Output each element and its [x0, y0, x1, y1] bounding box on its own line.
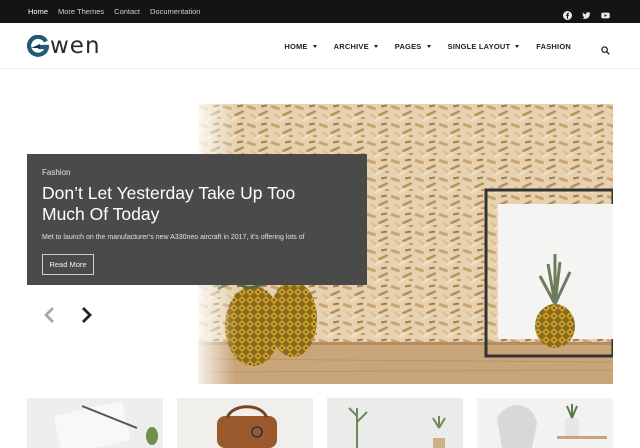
chevron-left-icon[interactable] [42, 305, 56, 325]
top-bar: Home More Themes Contact Documentation [0, 0, 640, 23]
nav-label: FASHION [536, 41, 571, 51]
caret-down-icon [312, 44, 317, 48]
nav-label: PAGES [394, 41, 422, 51]
chevron-right-icon[interactable] [80, 305, 94, 325]
main-nav: HOME ARCHIVE PAGES SINGLE LAYOUT FASHION [267, 23, 610, 69]
nav-archive[interactable]: ARCHIVE [334, 42, 378, 51]
logo-g-mark [27, 34, 50, 57]
logo-text: wen [50, 33, 101, 59]
nav-pages[interactable]: PAGES [395, 42, 431, 51]
top-link-home[interactable]: Home [28, 7, 48, 16]
read-more-button[interactable]: Read More [42, 254, 94, 275]
nav-single-layout[interactable]: SINGLE LAYOUT [448, 42, 520, 51]
youtube-icon[interactable] [601, 7, 610, 19]
nav-home[interactable]: HOME [284, 41, 317, 51]
top-link-contact[interactable]: Contact [114, 7, 140, 16]
thumbnail-3[interactable] [327, 398, 463, 448]
nav-label: ARCHIVE [333, 41, 369, 51]
hero-title[interactable]: Don’t Let Yesterday Take Up Too Much Of … [42, 183, 342, 225]
hero-category[interactable]: Fashion [42, 168, 70, 177]
nav-label: HOME [284, 41, 308, 51]
site-header: wen HOME ARCHIVE PAGES SINGLE LAYOUT FAS… [0, 23, 640, 69]
thumbnail-1[interactable] [27, 398, 163, 448]
nav-label: SINGLE LAYOUT [447, 41, 511, 51]
caret-down-icon [426, 44, 431, 48]
twitter-icon[interactable] [582, 7, 591, 19]
thumbnail-4[interactable] [477, 398, 613, 448]
hero-excerpt: Met to launch on the manufacturer’s new … [42, 234, 305, 241]
nav-fashion[interactable]: FASHION [536, 42, 571, 51]
thumbnail-2[interactable] [177, 398, 313, 448]
hero-card: Fashion Don’t Let Yesterday Take Up Too … [27, 154, 367, 285]
top-link-documentation[interactable]: Documentation [150, 7, 200, 16]
caret-down-icon [373, 44, 378, 48]
site-logo[interactable]: wen [27, 33, 101, 59]
social-links [563, 0, 610, 23]
facebook-icon[interactable] [563, 7, 572, 20]
top-links: Home More Themes Contact Documentation [28, 0, 200, 23]
top-link-more-themes[interactable]: More Themes [58, 7, 104, 16]
search-icon[interactable] [601, 42, 610, 55]
caret-down-icon [515, 44, 520, 48]
